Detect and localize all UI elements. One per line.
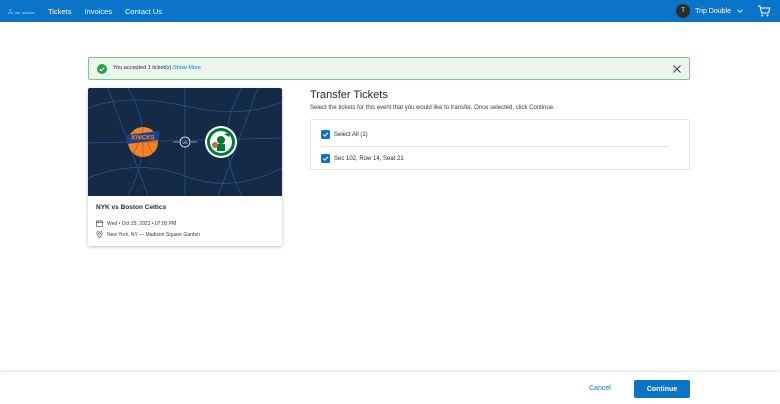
check-icon [322, 156, 329, 161]
nav-tickets[interactable]: Tickets [48, 7, 71, 16]
top-nav-bar: Tickets Invoices Contact Us T Trip Doubl… [0, 0, 780, 22]
cart-icon[interactable] [757, 4, 771, 18]
event-date: Wed • Oct 25, 2023 • 07:00 PM [107, 220, 177, 227]
nav-invoices[interactable]: Invoices [84, 7, 112, 16]
event-title: NYK vs Boston Celtics [96, 204, 167, 211]
location-pin-icon [96, 231, 103, 238]
versus-label: VS [182, 140, 188, 145]
cancel-button[interactable]: Cancel [589, 385, 611, 392]
page-subtitle: Select the tickets for this event that y… [310, 105, 555, 111]
footer-bar: Cancel Continue [0, 372, 780, 404]
close-icon[interactable] [672, 64, 682, 74]
event-date-row: Wed • Oct 25, 2023 • 07:00 PM [96, 220, 176, 227]
ticket-row[interactable]: Sec 102, Row 14, Seat 21 [321, 154, 404, 163]
show-more-link[interactable]: Show More [173, 65, 201, 71]
event-image: KNICKS VS [88, 88, 282, 196]
alert-message: You accepted 1 ticket(s).Show More [113, 65, 201, 71]
user-menu[interactable]: T Trip Double [676, 3, 744, 19]
list-divider [321, 146, 669, 147]
user-name: Trip Double [695, 7, 731, 15]
knicks-logo-text: KNICKS [131, 136, 154, 142]
select-all-label: Select All (1) [334, 131, 368, 138]
continue-button[interactable]: Continue [634, 380, 690, 398]
nav-contact-us[interactable]: Contact Us [125, 7, 162, 16]
event-card: KNICKS VS NYK vs Boston Celtics Wed • Oc… [88, 88, 282, 246]
check-icon [322, 132, 329, 137]
chevron-down-icon [737, 9, 743, 13]
select-all-checkbox[interactable] [321, 130, 330, 139]
calendar-icon [96, 220, 103, 227]
event-location: New York, NY — Madison Square Garden [107, 231, 201, 238]
main-nav: Tickets Invoices Contact Us [48, 0, 162, 22]
check-circle-icon [97, 64, 107, 74]
avatar: T [676, 4, 691, 18]
event-location-row: New York, NY — Madison Square Garden [96, 231, 200, 238]
ticket-list: Select All (1) Sec 102, Row 14, Seat 21 [310, 119, 690, 170]
ticket-checkbox[interactable] [321, 154, 330, 163]
success-alert: You accepted 1 ticket(s).Show More [88, 57, 690, 80]
brand-logo[interactable] [7, 5, 37, 16]
page-title: Transfer Tickets [310, 89, 388, 101]
ticket-seat-label: Sec 102, Row 14, Seat 21 [334, 155, 404, 162]
select-all-row[interactable]: Select All (1) [321, 130, 368, 139]
